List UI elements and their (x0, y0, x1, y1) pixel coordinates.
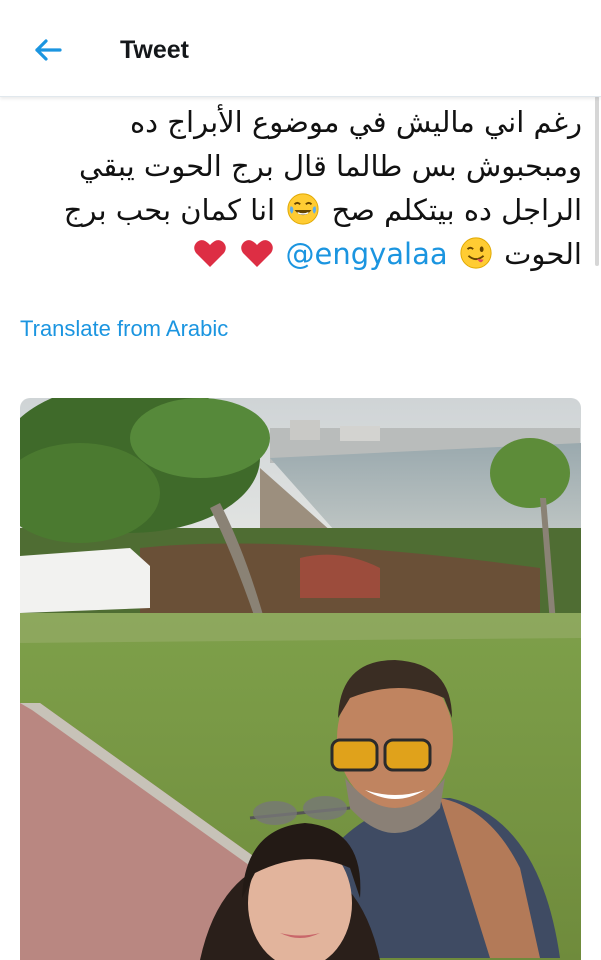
tweet-line: رغم اني ماليش في موضوع الأبراج ده (14, 100, 582, 144)
translate-link[interactable]: Translate from Arabic (20, 314, 228, 344)
tweet-text: رغم اني ماليش في موضوع الأبراج ده ومبحبو… (14, 100, 582, 276)
heart-icon (241, 240, 274, 267)
laughing-emoji-icon (287, 193, 319, 225)
tweet-line-text: انا كمان بحب برج (63, 193, 276, 227)
photo-illustration (20, 398, 581, 960)
scrollbar[interactable] (595, 96, 599, 266)
tweet-line: الراجل ده بيتكلم صح انا كمان بحب برج (14, 188, 582, 232)
heart-icon (194, 240, 226, 267)
hearts (191, 237, 276, 271)
tweet-line: ومبحبوش بس طالما قال برج الحوت يبقي (14, 144, 582, 188)
tweet-line-text: الراجل ده بيتكلم صح (331, 193, 582, 227)
arrow-left-icon (35, 39, 62, 61)
tweet-line-text: الحوت (504, 237, 582, 271)
winking-emoji-icon (460, 237, 492, 269)
mention-link[interactable]: @engyalaa (285, 237, 447, 271)
tweet-photo[interactable] (20, 398, 581, 960)
page-title: Tweet (120, 36, 189, 64)
top-app-bar: Tweet (0, 0, 601, 97)
tweet-line: الحوت @engyalaa (14, 232, 582, 276)
back-button[interactable] (28, 30, 68, 70)
tweet-line-text: رغم اني ماليش في موضوع الأبراج ده (129, 105, 582, 139)
tweet-line-text: ومبحبوش بس طالما قال برج الحوت يبقي (79, 149, 582, 183)
